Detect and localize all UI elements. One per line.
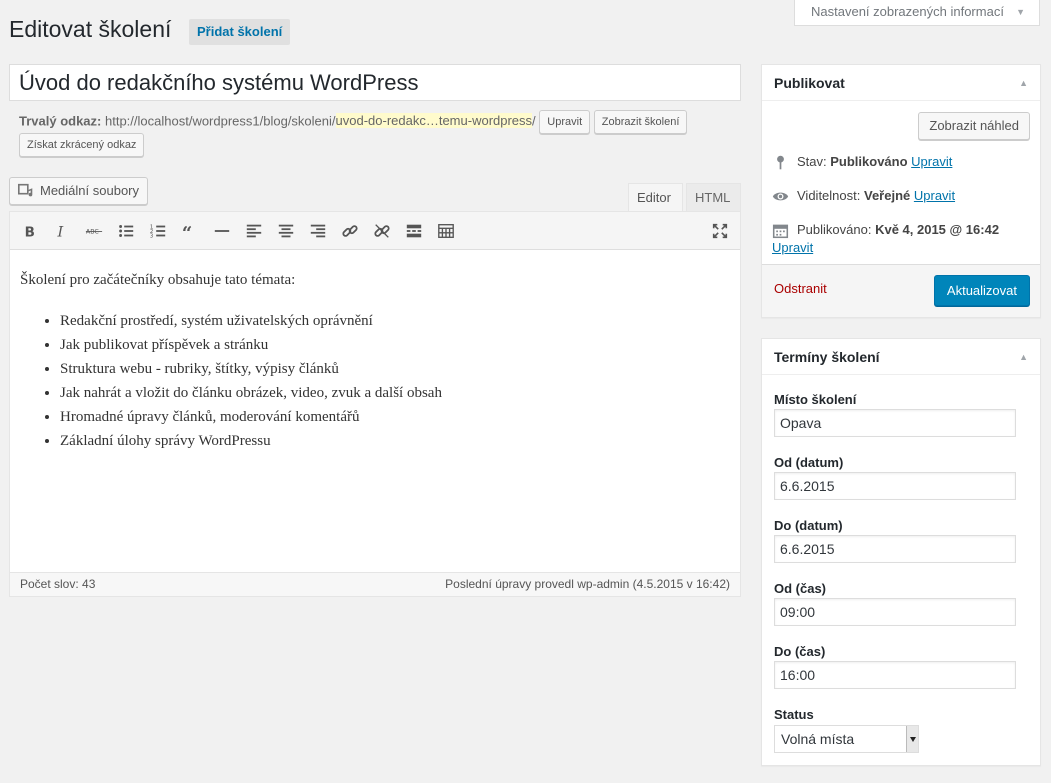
svg-text:ABC: ABC [86, 229, 100, 236]
status-select-value: Volná místa [781, 731, 855, 747]
svg-text:B: B [25, 224, 35, 240]
delete-link[interactable]: Odstranit [774, 281, 827, 296]
page-title: Editovat školení [9, 16, 172, 42]
list-item: Jak nahrát a vložit do článku obrázek, v… [60, 381, 730, 405]
toolbar-toggle-icon[interactable] [436, 221, 456, 241]
visibility-value: Veřejné [863, 188, 911, 203]
last-edit-info: Poslední úpravy provedl wp-admin (4.5.20… [445, 577, 730, 591]
location-input[interactable]: Opava [774, 409, 1016, 437]
italic-icon[interactable]: I [52, 221, 72, 241]
training-terms-box: Termíny školení ▲ Místo školení Opava Od… [761, 338, 1041, 766]
calendar-icon [772, 224, 789, 239]
content-editor: B I ABC 123 “ Školení pro začátečníky ob… [9, 211, 741, 597]
caret-down-icon: ▼ [1016, 7, 1025, 17]
tab-visual[interactable]: Editor [628, 183, 683, 213]
permalink-row: Trvalý odkaz: http://localhost/wordpress… [19, 110, 739, 134]
numbered-list-icon[interactable]: 123 [148, 221, 168, 241]
align-left-icon[interactable] [244, 221, 264, 241]
read-more-icon[interactable] [404, 221, 424, 241]
list-item: Struktura webu - rubriky, štítky, výpisy… [60, 357, 730, 381]
tab-html[interactable]: HTML [686, 183, 741, 213]
permalink-base: http://localhost/wordpress1/blog/skoleni… [105, 113, 336, 129]
content-list: Redakční prostředí, systém uživatelských… [20, 309, 730, 453]
get-shortlink-button[interactable]: Získat zkrácený odkaz [19, 133, 145, 157]
status-label: Stav: [797, 154, 827, 169]
bold-icon[interactable]: B [20, 221, 40, 241]
time-to-label: Do (čas) [774, 644, 826, 659]
post-title-input[interactable]: Úvod do redakčního systému WordPress [9, 64, 741, 101]
date-from-label: Od (datum) [774, 455, 844, 470]
screen-options-label: Nastavení zobrazených informací [811, 4, 1004, 19]
date-to-input[interactable]: 6.6.2015 [774, 535, 1016, 563]
add-media-label: Mediální soubory [40, 183, 139, 198]
time-from-label: Od (čas) [774, 581, 827, 596]
pin-icon [777, 155, 784, 170]
unlink-icon[interactable] [372, 221, 392, 241]
status-select-label: Status [774, 707, 814, 722]
terms-box-title: Termíny školení [774, 349, 880, 365]
svg-text:“: “ [182, 223, 192, 240]
date-from-input[interactable]: 6.6.2015 [774, 472, 1016, 500]
list-item: Základní úlohy správy WordPressu [60, 429, 730, 453]
content-paragraph: Školení pro začátečníky obsahuje tato té… [20, 272, 296, 288]
add-media-button[interactable]: Mediální soubory [9, 177, 148, 205]
edit-slug-button[interactable]: Upravit [539, 110, 591, 134]
update-button[interactable]: Aktualizovat [933, 275, 1030, 306]
blockquote-icon[interactable]: “ [180, 221, 200, 241]
permalink-link[interactable]: http://localhost/wordpress1/blog/skoleni… [105, 113, 536, 129]
align-center-icon[interactable] [276, 221, 296, 241]
status-value: Publikováno [830, 154, 908, 169]
bullet-list-icon[interactable] [116, 221, 136, 241]
align-right-icon[interactable] [308, 221, 328, 241]
published-label: Publikováno: [797, 222, 872, 237]
link-icon[interactable] [340, 221, 360, 241]
editor-toolbar: B I ABC 123 “ [10, 212, 740, 250]
published-row: Publikováno: Kvě 4, 2015 @ 16:42 [772, 220, 1030, 240]
svg-text:3: 3 [150, 233, 153, 239]
media-icon [17, 183, 33, 197]
permalink-slug: uvod-do-redakc…temu-wordpress [335, 113, 533, 129]
strikethrough-icon[interactable]: ABC [84, 221, 104, 241]
permalink-label: Trvalý odkaz: [19, 113, 102, 129]
word-count: Počet slov: 43 [20, 577, 96, 591]
horizontal-rule-icon[interactable] [212, 221, 232, 241]
collapse-arrow-icon[interactable]: ▲ [1019, 339, 1028, 375]
publish-box: Publikovat ▲ Zobrazit náhled Stav: Publi… [761, 64, 1041, 318]
time-to-input[interactable]: 16:00 [774, 661, 1016, 689]
visibility-row: Viditelnost: Veřejné Upravit [772, 186, 955, 206]
publish-actions: Odstranit Aktualizovat [762, 264, 1040, 317]
publish-box-title: Publikovat [774, 75, 845, 91]
collapse-arrow-icon[interactable]: ▲ [1019, 65, 1028, 101]
list-item: Redakční prostředí, systém uživatelských… [60, 309, 730, 333]
status-select[interactable]: Volná místa [774, 725, 919, 753]
publish-box-header[interactable]: Publikovat ▲ [762, 65, 1040, 101]
location-label: Místo školení [774, 392, 857, 407]
date-to-label: Do (datum) [774, 518, 843, 533]
fullscreen-icon[interactable] [710, 221, 730, 241]
select-arrow-icon [906, 726, 918, 752]
list-item: Hromadné úpravy článků, moderování komen… [60, 405, 730, 429]
editor-status-bar: Počet slov: 43 Poslední úpravy provedl w… [10, 572, 740, 596]
preview-button[interactable]: Zobrazit náhled [918, 112, 1030, 140]
list-item: Jak publikovat příspěvek a stránku [60, 333, 730, 357]
status-row: Stav: Publikováno Upravit [772, 152, 952, 172]
published-value: Kvě 4, 2015 @ 16:42 [875, 222, 1000, 237]
permalink-end: / [532, 113, 536, 129]
edit-date-link[interactable]: Upravit [772, 240, 813, 255]
time-from-input[interactable]: 09:00 [774, 598, 1016, 626]
view-post-button[interactable]: Zobrazit školení [593, 110, 688, 134]
svg-text:I: I [57, 224, 64, 240]
add-new-button[interactable]: Přidat školení [189, 19, 291, 45]
visibility-label: Viditelnost: [797, 188, 861, 203]
screen-options-button[interactable]: Nastavení zobrazených informací ▼ [794, 0, 1040, 26]
eye-icon [772, 192, 789, 201]
terms-box-header[interactable]: Termíny školení ▲ [762, 339, 1040, 375]
edit-visibility-link[interactable]: Upravit [914, 188, 955, 203]
editor-content[interactable]: Školení pro začátečníky obsahuje tato té… [20, 272, 730, 453]
edit-status-link[interactable]: Upravit [911, 154, 952, 169]
